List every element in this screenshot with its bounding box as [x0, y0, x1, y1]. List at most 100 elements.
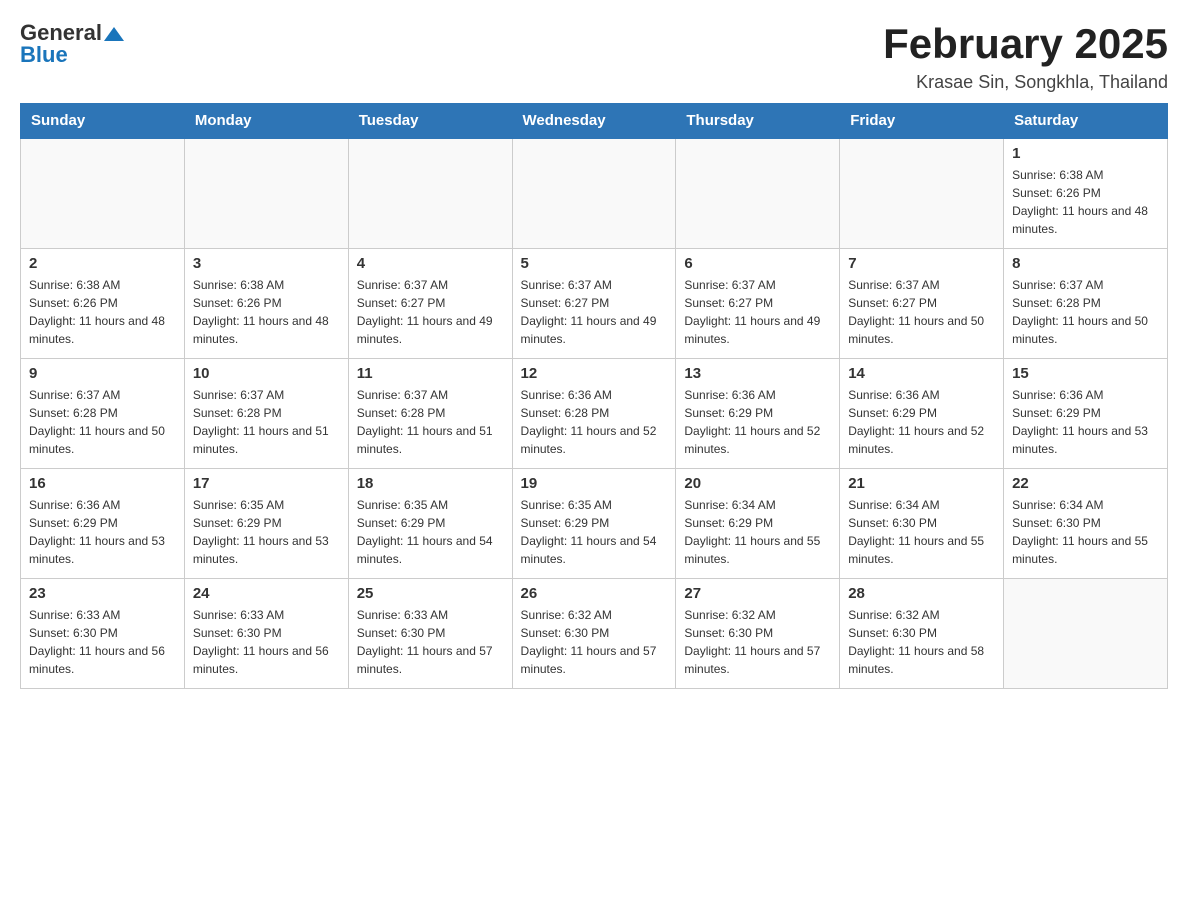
day-info: Sunrise: 6:37 AM Sunset: 6:27 PM Dayligh… [848, 276, 995, 348]
calendar-cell: 26 Sunrise: 6:32 AM Sunset: 6:30 PM Dayli… [512, 578, 676, 688]
day-info: Sunrise: 6:38 AM Sunset: 6:26 PM Dayligh… [1012, 166, 1159, 238]
day-number: 14 [848, 365, 995, 382]
calendar-week-row: 9 Sunrise: 6:37 AM Sunset: 6:28 PM Daylig… [21, 358, 1168, 468]
day-info: Sunrise: 6:37 AM Sunset: 6:28 PM Dayligh… [193, 386, 340, 458]
day-number: 21 [848, 475, 995, 492]
day-info: Sunrise: 6:36 AM Sunset: 6:29 PM Dayligh… [29, 496, 176, 568]
day-info: Sunrise: 6:34 AM Sunset: 6:30 PM Dayligh… [1012, 496, 1159, 568]
calendar-cell: 18 Sunrise: 6:35 AM Sunset: 6:29 PM Dayli… [348, 468, 512, 578]
calendar-cell: 23 Sunrise: 6:33 AM Sunset: 6:30 PM Dayli… [21, 578, 185, 688]
day-number: 1 [1012, 145, 1159, 162]
day-info: Sunrise: 6:32 AM Sunset: 6:30 PM Dayligh… [684, 606, 831, 678]
calendar-week-row: 16 Sunrise: 6:36 AM Sunset: 6:29 PM Dayli… [21, 468, 1168, 578]
calendar-cell: 25 Sunrise: 6:33 AM Sunset: 6:30 PM Dayli… [348, 578, 512, 688]
calendar-cell: 1 Sunrise: 6:38 AM Sunset: 6:26 PM Daylig… [1004, 138, 1168, 248]
day-number: 4 [357, 255, 504, 272]
day-info: Sunrise: 6:37 AM Sunset: 6:28 PM Dayligh… [1012, 276, 1159, 348]
day-info: Sunrise: 6:33 AM Sunset: 6:30 PM Dayligh… [193, 606, 340, 678]
logo-blue-text: Blue [20, 42, 68, 68]
logo-triangle-icon [104, 27, 124, 41]
day-info: Sunrise: 6:38 AM Sunset: 6:26 PM Dayligh… [193, 276, 340, 348]
calendar-cell: 6 Sunrise: 6:37 AM Sunset: 6:27 PM Daylig… [676, 248, 840, 358]
calendar-cell: 17 Sunrise: 6:35 AM Sunset: 6:29 PM Dayli… [184, 468, 348, 578]
day-info: Sunrise: 6:37 AM Sunset: 6:27 PM Dayligh… [684, 276, 831, 348]
day-number: 12 [521, 365, 668, 382]
day-info: Sunrise: 6:32 AM Sunset: 6:30 PM Dayligh… [521, 606, 668, 678]
day-number: 2 [29, 255, 176, 272]
day-number: 11 [357, 365, 504, 382]
calendar-cell: 20 Sunrise: 6:34 AM Sunset: 6:29 PM Dayli… [676, 468, 840, 578]
day-number: 15 [1012, 365, 1159, 382]
day-info: Sunrise: 6:36 AM Sunset: 6:29 PM Dayligh… [1012, 386, 1159, 458]
calendar-cell [21, 138, 185, 248]
day-number: 26 [521, 585, 668, 602]
day-info: Sunrise: 6:34 AM Sunset: 6:29 PM Dayligh… [684, 496, 831, 568]
day-info: Sunrise: 6:37 AM Sunset: 6:27 PM Dayligh… [357, 276, 504, 348]
day-info: Sunrise: 6:35 AM Sunset: 6:29 PM Dayligh… [521, 496, 668, 568]
calendar-cell: 9Sunrise: 6:37 AM Sunset: 6:28 PM Daylig… [21, 358, 185, 468]
calendar-header-row: SundayMondayTuesdayWednesdayThursdayFrid… [21, 104, 1168, 139]
day-info: Sunrise: 6:35 AM Sunset: 6:29 PM Dayligh… [357, 496, 504, 568]
calendar-cell: 22 Sunrise: 6:34 AM Sunset: 6:30 PM Dayli… [1004, 468, 1168, 578]
day-info: Sunrise: 6:38 AM Sunset: 6:26 PM Dayligh… [29, 276, 176, 348]
col-header-wednesday: Wednesday [512, 104, 676, 139]
calendar-cell: 2 Sunrise: 6:38 AM Sunset: 6:26 PM Daylig… [21, 248, 185, 358]
calendar-cell: 19 Sunrise: 6:35 AM Sunset: 6:29 PM Dayli… [512, 468, 676, 578]
day-number: 28 [848, 585, 995, 602]
day-info: Sunrise: 6:35 AM Sunset: 6:29 PM Dayligh… [193, 496, 340, 568]
month-title: February 2025 [883, 20, 1168, 68]
page-header: General Blue February 2025 Krasae Sin, S… [20, 20, 1168, 93]
calendar-cell: 8 Sunrise: 6:37 AM Sunset: 6:28 PM Daylig… [1004, 248, 1168, 358]
day-info: Sunrise: 6:33 AM Sunset: 6:30 PM Dayligh… [357, 606, 504, 678]
calendar-cell: 4 Sunrise: 6:37 AM Sunset: 6:27 PM Daylig… [348, 248, 512, 358]
calendar-cell: 14 Sunrise: 6:36 AM Sunset: 6:29 PM Dayli… [840, 358, 1004, 468]
calendar-cell: 15 Sunrise: 6:36 AM Sunset: 6:29 PM Dayli… [1004, 358, 1168, 468]
day-number: 16 [29, 475, 176, 492]
day-number: 13 [684, 365, 831, 382]
day-number: 7 [848, 255, 995, 272]
calendar-table: SundayMondayTuesdayWednesdayThursdayFrid… [20, 103, 1168, 689]
col-header-tuesday: Tuesday [348, 104, 512, 139]
calendar-week-row: 1 Sunrise: 6:38 AM Sunset: 6:26 PM Daylig… [21, 138, 1168, 248]
calendar-cell: 28Sunrise: 6:32 AM Sunset: 6:30 PM Dayli… [840, 578, 1004, 688]
day-number: 23 [29, 585, 176, 602]
calendar-cell: 12 Sunrise: 6:36 AM Sunset: 6:28 PM Dayli… [512, 358, 676, 468]
col-header-thursday: Thursday [676, 104, 840, 139]
day-number: 25 [357, 585, 504, 602]
day-info: Sunrise: 6:34 AM Sunset: 6:30 PM Dayligh… [848, 496, 995, 568]
day-info: Sunrise: 6:33 AM Sunset: 6:30 PM Dayligh… [29, 606, 176, 678]
calendar-cell: 27 Sunrise: 6:32 AM Sunset: 6:30 PM Dayli… [676, 578, 840, 688]
calendar-cell: 5 Sunrise: 6:37 AM Sunset: 6:27 PM Daylig… [512, 248, 676, 358]
calendar-cell: 3 Sunrise: 6:38 AM Sunset: 6:26 PM Daylig… [184, 248, 348, 358]
day-info: Sunrise: 6:36 AM Sunset: 6:29 PM Dayligh… [684, 386, 831, 458]
day-number: 22 [1012, 475, 1159, 492]
day-number: 9 [29, 365, 176, 382]
day-number: 19 [521, 475, 668, 492]
col-header-saturday: Saturday [1004, 104, 1168, 139]
day-number: 17 [193, 475, 340, 492]
day-number: 27 [684, 585, 831, 602]
calendar-cell [676, 138, 840, 248]
day-number: 24 [193, 585, 340, 602]
calendar-cell [840, 138, 1004, 248]
day-number: 18 [357, 475, 504, 492]
day-number: 5 [521, 255, 668, 272]
calendar-cell: 7 Sunrise: 6:37 AM Sunset: 6:27 PM Daylig… [840, 248, 1004, 358]
day-number: 3 [193, 255, 340, 272]
day-number: 20 [684, 475, 831, 492]
calendar-cell [184, 138, 348, 248]
col-header-friday: Friday [840, 104, 1004, 139]
day-info: Sunrise: 6:36 AM Sunset: 6:28 PM Dayligh… [521, 386, 668, 458]
day-number: 10 [193, 365, 340, 382]
day-info: Sunrise: 6:36 AM Sunset: 6:29 PM Dayligh… [848, 386, 995, 458]
calendar-week-row: 23 Sunrise: 6:33 AM Sunset: 6:30 PM Dayli… [21, 578, 1168, 688]
location-text: Krasae Sin, Songkhla, Thailand [883, 72, 1168, 93]
day-number: 6 [684, 255, 831, 272]
calendar-cell: 11 Sunrise: 6:37 AM Sunset: 6:28 PM Dayli… [348, 358, 512, 468]
calendar-cell: 21 Sunrise: 6:34 AM Sunset: 6:30 PM Dayli… [840, 468, 1004, 578]
calendar-cell: 10 Sunrise: 6:37 AM Sunset: 6:28 PM Dayli… [184, 358, 348, 468]
day-info: Sunrise: 6:37 AM Sunset: 6:28 PM Dayligh… [357, 386, 504, 458]
col-header-monday: Monday [184, 104, 348, 139]
day-number: 8 [1012, 255, 1159, 272]
day-info: Sunrise: 6:37 AM Sunset: 6:27 PM Dayligh… [521, 276, 668, 348]
